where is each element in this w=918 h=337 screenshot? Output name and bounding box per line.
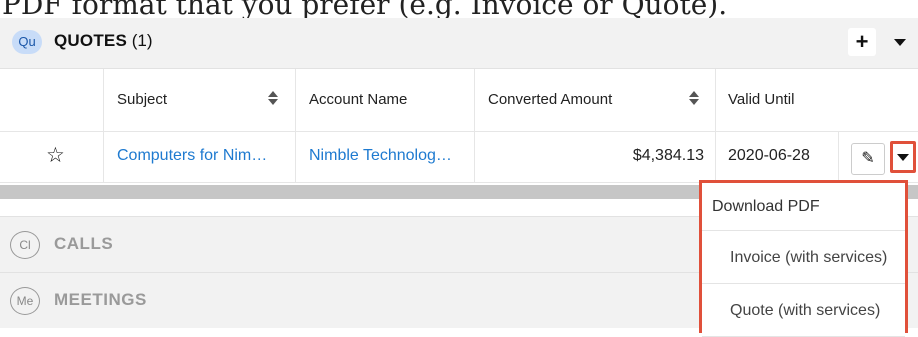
column-label-subject: Subject xyxy=(117,91,168,108)
valid-until-value: 2020-06-28 xyxy=(728,147,810,164)
sort-icon[interactable] xyxy=(268,89,278,107)
quotes-module-badge: Qu xyxy=(12,30,42,54)
row-actions-button[interactable] xyxy=(890,141,916,173)
subpanel-meetings-label: MEETINGS xyxy=(54,290,147,309)
actions-dropdown-menu: Download PDF Invoice (with services) Quo… xyxy=(699,180,908,337)
edit-button[interactable]: ✎ xyxy=(851,143,885,175)
pencil-icon: ✎ xyxy=(861,150,875,167)
quotes-panel-header[interactable]: Qu QUOTES (1) + xyxy=(0,18,918,69)
sort-icon[interactable] xyxy=(689,89,699,107)
star-outline-icon[interactable]: ☆ xyxy=(46,143,65,168)
quotes-panel-title: QUOTES (1) xyxy=(54,31,153,51)
download-pdf-header: Download PDF xyxy=(702,183,905,231)
table-row: ☆ Computers for Nim… Nimble Technolog… $… xyxy=(0,132,918,183)
menu-item-quote-pdf[interactable]: Quote (with services) xyxy=(702,285,905,337)
converted-amount-value: $4,384.13 xyxy=(632,147,704,164)
caret-down-icon[interactable] xyxy=(888,28,912,56)
calls-module-badge: Cl xyxy=(10,231,40,259)
plus-icon[interactable]: + xyxy=(848,28,876,56)
account-name-link[interactable]: Nimble Technolog… xyxy=(309,147,452,165)
menu-item-invoice-pdf[interactable]: Invoice (with services) xyxy=(702,232,905,284)
column-label-account-name: Account Name xyxy=(309,91,408,108)
column-label-converted-amount: Converted Amount xyxy=(488,91,613,108)
caret-down-icon xyxy=(897,154,909,161)
instruction-text: PDF format that you prefer (e.g. Invoice… xyxy=(2,0,728,18)
quotes-count: (1) xyxy=(131,31,153,50)
meetings-module-badge: Me xyxy=(10,287,40,315)
subject-link[interactable]: Computers for Nim… xyxy=(117,147,267,165)
column-label-valid-until: Valid Until xyxy=(728,91,795,108)
quotes-title-label: QUOTES xyxy=(54,31,127,50)
table-header-row: Subject Account Name Converted Amount Va… xyxy=(0,69,918,132)
subpanel-calls-label: CALLS xyxy=(54,234,114,253)
